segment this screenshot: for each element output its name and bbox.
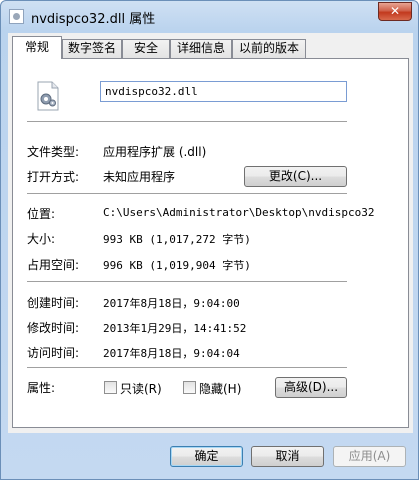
created-value: 2017年8月18日，9:04:00 (103, 297, 240, 310)
general-panel: nvdispco32.dll 文件类型: 应用程序扩展 (.dll) 打开方式:… (12, 58, 409, 428)
file-name-input[interactable]: nvdispco32.dll (100, 81, 347, 102)
title-bar[interactable]: nvdispco32.dll 属性 ✕ (1, 1, 418, 33)
tab-digital-signatures[interactable]: 数字签名 (62, 39, 122, 58)
tab-previous-versions[interactable]: 以前的版本 (232, 39, 306, 58)
location-label: 位置: (27, 207, 56, 221)
tab-security[interactable]: 安全 (122, 39, 170, 58)
tab-general[interactable]: 常规 (12, 36, 62, 59)
location-value: C:\Users\Administrator\Desktop\nvdispco3… (103, 206, 375, 219)
created-label: 创建时间: (27, 296, 80, 310)
close-button[interactable]: ✕ (378, 2, 412, 21)
dialog-content: 常规 数字签名 安全 详细信息 以前的版本 nvdispco32.dll 文件类… (8, 33, 413, 433)
accessed-label: 访问时间: (27, 346, 80, 360)
dll-file-icon (37, 81, 59, 111)
separator (27, 193, 347, 195)
tab-details[interactable]: 详细信息 (170, 39, 232, 58)
hidden-checkbox[interactable] (183, 381, 196, 394)
separator (27, 121, 347, 123)
ok-button[interactable]: 确定 (170, 446, 243, 467)
change-button[interactable]: 更改(C)... (244, 166, 347, 187)
tab-strip: 常规 数字签名 安全 详细信息 以前的版本 (8, 33, 413, 59)
apply-button[interactable]: 应用(A) (333, 446, 406, 467)
size-on-disk-value: 996 KB (1,019,904 字节) (103, 259, 251, 272)
size-on-disk-label: 占用空间: (27, 258, 80, 272)
size-value: 993 KB (1,017,272 字节) (103, 233, 251, 246)
separator (27, 281, 347, 283)
modified-value: 2013年1月29日，14:41:52 (103, 322, 247, 335)
dll-file-icon (9, 9, 24, 24)
accessed-value: 2017年8月18日，9:04:04 (103, 347, 240, 360)
advanced-button[interactable]: 高级(D)... (275, 377, 347, 398)
size-label: 大小: (27, 232, 56, 246)
hidden-label[interactable]: 隐藏(H) (199, 380, 241, 397)
cancel-button[interactable]: 取消 (251, 446, 324, 467)
readonly-checkbox[interactable] (104, 381, 117, 394)
properties-window: nvdispco32.dll 属性 ✕ 常规 数字签名 安全 详细信息 以前的版… (0, 0, 419, 480)
open-with-label: 打开方式: (27, 170, 80, 184)
readonly-label[interactable]: 只读(R) (120, 380, 162, 397)
open-with-value: 未知应用程序 (103, 170, 176, 184)
modified-label: 修改时间: (27, 321, 80, 335)
file-type-label: 文件类型: (27, 145, 80, 159)
close-icon: ✕ (389, 4, 401, 18)
file-type-value: 应用程序扩展 (.dll) (103, 145, 207, 159)
separator (27, 367, 347, 369)
window-title: nvdispco32.dll 属性 (31, 12, 156, 27)
attributes-label: 属性: (27, 381, 56, 395)
